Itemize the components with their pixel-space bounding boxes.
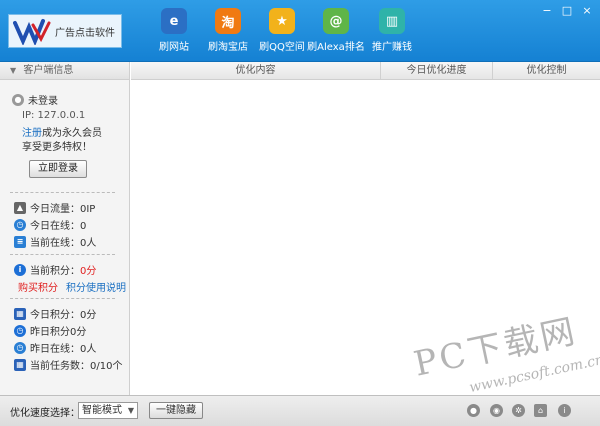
status-bar: 优化速度选择： 智能模式 ▼ 一键隐藏 ● ◉ ✲ ⌂ i bbox=[0, 395, 600, 426]
toolbar-label: 刷淘宝店 bbox=[208, 42, 248, 53]
chevron-down-icon: ▼ bbox=[127, 406, 134, 415]
divider bbox=[10, 192, 115, 193]
logo-text: 广告点击软件 bbox=[55, 27, 115, 39]
star-icon: ★ bbox=[269, 8, 295, 34]
chart-icon: ▥ bbox=[379, 8, 405, 34]
buy-points-link[interactable]: 购买积分 bbox=[18, 279, 58, 294]
app-logo: 广告点击软件 bbox=[8, 14, 122, 48]
toolbar-item-promote-earn[interactable]: ▥ 推广赚钱 bbox=[362, 8, 422, 54]
register-promo: 注册 成为永久会员 bbox=[22, 124, 102, 139]
yesterday-points-text: 昨日积分0分 bbox=[30, 327, 87, 338]
title-bar: 广告点击软件 e 刷网站 淘 刷淘宝店 ★ 刷QQ空间 @ 刷Alexa排名 ▥… bbox=[0, 0, 600, 62]
toolbar-label: 刷Alexa排名 bbox=[307, 42, 365, 53]
thumb-icon: ▲ bbox=[14, 201, 26, 214]
column-header-content[interactable]: 优化内容 bbox=[131, 62, 381, 79]
yesterday-online: ◷ 昨日在线：0人 bbox=[14, 340, 96, 355]
speed-mode-value: 智能模式 bbox=[82, 405, 122, 416]
home-icon[interactable]: ⌂ bbox=[534, 404, 547, 417]
login-status: ● 未登录 bbox=[12, 92, 58, 107]
toolbar-item-brush-website[interactable]: e 刷网站 bbox=[144, 8, 204, 54]
toolbar-item-alexa-rank[interactable]: @ 刷Alexa排名 bbox=[306, 8, 366, 54]
alarm-icon: ◷ bbox=[14, 341, 26, 354]
globe-icon: e bbox=[161, 8, 187, 34]
register-text: 成为永久会员 bbox=[42, 128, 102, 139]
eye-icon[interactable]: ◉ bbox=[490, 404, 503, 417]
table-header: 优化内容 今日优化进度 优化控制 bbox=[131, 62, 600, 80]
current-tasks-text: 当前任务数：0/10个 bbox=[30, 361, 123, 372]
column-header-control[interactable]: 优化控制 bbox=[493, 62, 600, 79]
column-header-progress[interactable]: 今日优化进度 bbox=[381, 62, 493, 79]
toolbar-item-brush-qzone[interactable]: ★ 刷QQ空间 bbox=[252, 8, 312, 54]
chart-box-icon: ▦ bbox=[14, 358, 26, 371]
register-link[interactable]: 注册 bbox=[22, 124, 42, 139]
logo-mark-icon bbox=[13, 17, 53, 47]
current-tasks: ▦ 当前任务数：0/10个 bbox=[14, 357, 122, 372]
taobao-icon: 淘 bbox=[215, 8, 241, 34]
client-info-sidebar: ▼ 客户端信息 ● 未登录 IP: 127.0.0.1 注册 成为永久会员 享受… bbox=[0, 62, 130, 395]
yesterday-online-text: 昨日在线：0人 bbox=[30, 344, 97, 355]
collapse-arrow-icon: ▼ bbox=[10, 66, 17, 75]
info-icon[interactable]: i bbox=[558, 404, 571, 417]
current-online-text: 当前在线：0人 bbox=[30, 238, 97, 249]
sidebar-header-label: 客户端信息 bbox=[23, 65, 74, 76]
current-points-label: 当前积分： bbox=[30, 266, 80, 277]
toolbar-item-brush-taobao[interactable]: 淘 刷淘宝店 bbox=[198, 8, 258, 54]
today-traffic-text: 今日流量：0IP bbox=[30, 204, 96, 215]
today-traffic: ▲ 今日流量：0IP bbox=[14, 200, 95, 215]
login-now-button[interactable]: 立即登录 bbox=[29, 160, 87, 178]
at-icon: @ bbox=[323, 8, 349, 34]
user-icon[interactable]: ● bbox=[467, 404, 480, 417]
privilege-text: 享受更多特权！ bbox=[22, 142, 92, 153]
clock-icon: ◷ bbox=[14, 218, 26, 231]
list-icon: ≡ bbox=[14, 235, 26, 248]
close-button[interactable]: × bbox=[578, 4, 596, 18]
ip-address: IP: 127.0.0.1 bbox=[22, 110, 86, 121]
gear-icon[interactable]: ✲ bbox=[512, 404, 525, 417]
points-help-link[interactable]: 积分使用说明 bbox=[66, 279, 126, 294]
divider bbox=[10, 298, 115, 299]
user-icon: ● bbox=[12, 93, 24, 106]
today-online-text: 今日在线：0 bbox=[30, 221, 87, 232]
login-status-text: 未登录 bbox=[28, 96, 58, 107]
toolbar-label: 推广赚钱 bbox=[372, 42, 412, 53]
clock-icon: ◷ bbox=[14, 324, 26, 337]
speed-label: 优化速度选择： bbox=[10, 408, 80, 419]
points-links: 购买积分 积分使用说明 bbox=[18, 279, 126, 294]
current-points: i 当前积分： 0分 bbox=[14, 262, 96, 277]
window-controls: − □ × bbox=[538, 4, 596, 18]
maximize-button[interactable]: □ bbox=[558, 4, 576, 18]
current-points-value: 0分 bbox=[80, 266, 97, 277]
divider bbox=[10, 254, 115, 255]
chart-box-icon: ▦ bbox=[14, 307, 26, 320]
today-points: ▦ 今日积分：0分 bbox=[14, 306, 96, 321]
yesterday-points: ◷ 昨日积分0分 bbox=[14, 323, 86, 338]
toolbar-label: 刷网站 bbox=[159, 42, 189, 53]
current-online: ≡ 当前在线：0人 bbox=[14, 234, 96, 249]
today-points-text: 今日积分：0分 bbox=[30, 310, 97, 321]
one-click-hide-button[interactable]: 一键隐藏 bbox=[149, 402, 203, 419]
info-icon: i bbox=[14, 263, 26, 276]
speed-mode-select[interactable]: 智能模式 ▼ bbox=[78, 402, 138, 419]
today-online: ◷ 今日在线：0 bbox=[14, 217, 86, 232]
minimize-button[interactable]: − bbox=[538, 4, 556, 18]
sidebar-header[interactable]: ▼ 客户端信息 bbox=[0, 62, 129, 80]
toolbar-label: 刷QQ空间 bbox=[259, 42, 305, 53]
